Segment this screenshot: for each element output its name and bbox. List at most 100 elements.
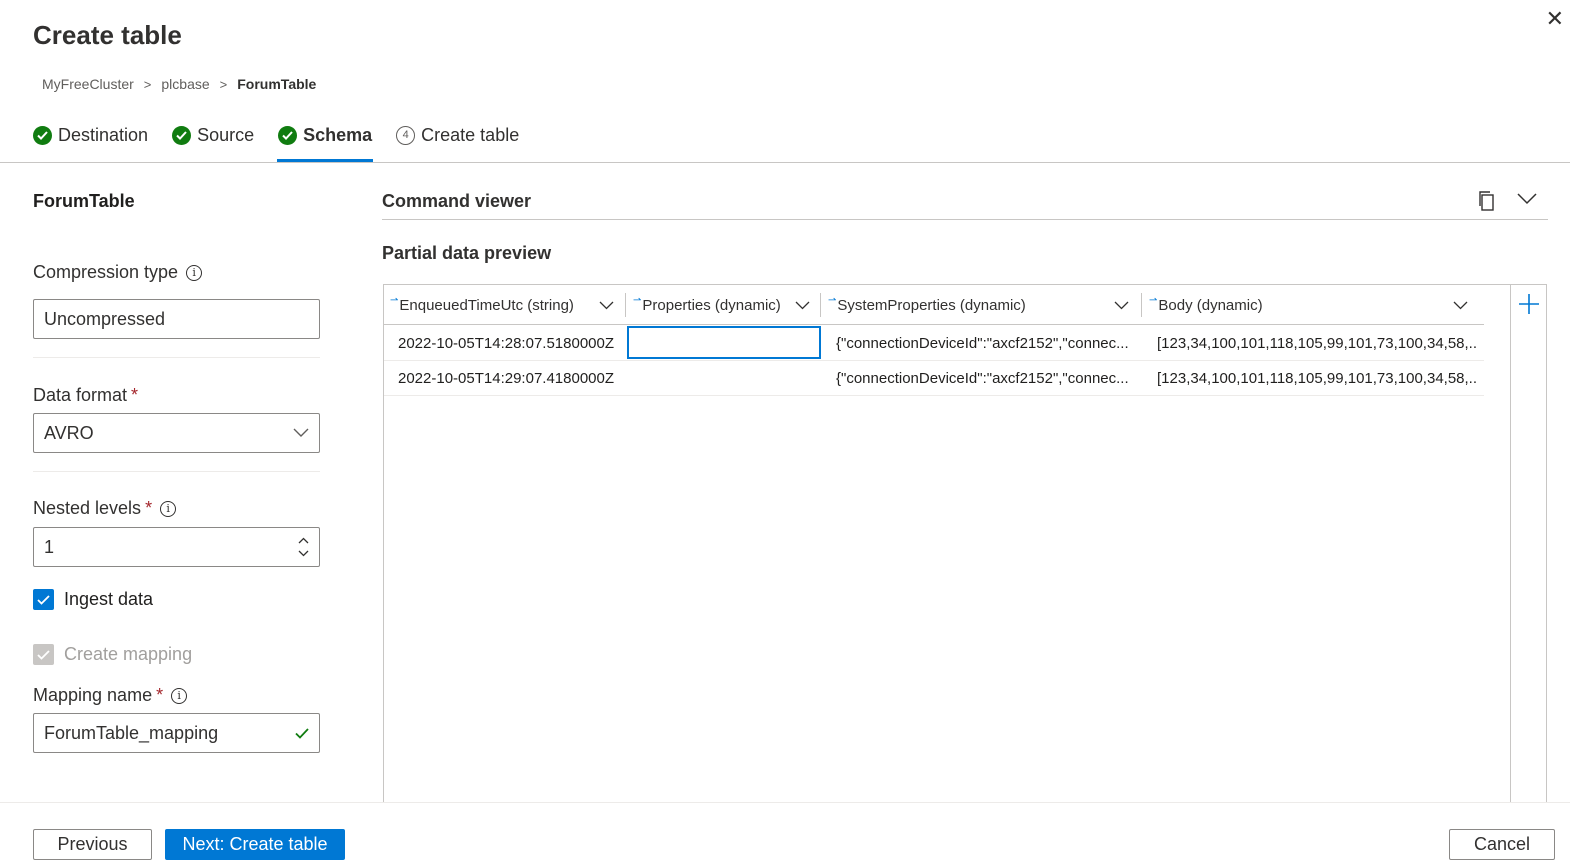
compression-type-label: Compression type i (33, 262, 203, 283)
chevron-up-icon[interactable] (298, 537, 309, 544)
label-text: Nested levels (33, 498, 142, 518)
table-cell[interactable]: [123,34,100,101,118,105,99,101,73,100,34… (1157, 361, 1477, 396)
column-header-label: Properties (dynamic) (642, 296, 781, 314)
create-mapping-checkbox: Create mapping (33, 644, 192, 665)
breadcrumb-item-database[interactable]: plcbase (161, 76, 209, 92)
chevron-right-icon: > (143, 76, 152, 92)
column-type-icon: ⇀ (390, 294, 399, 306)
check-circle-icon (33, 125, 52, 145)
chevron-down-icon[interactable] (1114, 301, 1129, 310)
stepper-buttons (298, 537, 309, 557)
breadcrumb-item-table: ForumTable (237, 76, 317, 92)
check-circle-icon (172, 125, 192, 145)
column-header-enqueuedtimeutc[interactable]: ⇀ EnqueuedTimeUtc (string) (384, 285, 624, 325)
label-text: Compression type (33, 262, 179, 282)
checkbox-label: Ingest data (64, 589, 154, 609)
grid-header: ⇀ EnqueuedTimeUtc (string) ⇀ Properties … (384, 285, 1484, 325)
breadcrumb: MyFreeCluster > plcbase > ForumTable (42, 76, 316, 92)
info-icon[interactable]: i (160, 500, 177, 517)
tab-schema[interactable]: Schema (277, 120, 374, 162)
required-marker: * (145, 498, 153, 518)
page-title: Create table (33, 20, 182, 50)
table-cell[interactable]: {"connectionDeviceId":"axcf2152","connec… (836, 361, 1131, 396)
table-row[interactable]: 2022-10-05T14:29:07.4180000Z {"connectio… (384, 361, 1484, 396)
table-cell[interactable]: {"connectionDeviceId":"axcf2152","connec… (836, 326, 1131, 361)
nested-levels-label: Nested levels * i (33, 498, 177, 519)
divider (1510, 284, 1511, 803)
column-separator[interactable] (820, 293, 821, 317)
next-create-table-button[interactable]: Next: Create table (165, 829, 345, 860)
divider (0, 162, 1570, 163)
check-circle-icon (278, 125, 298, 145)
data-preview-grid[interactable]: ⇀ EnqueuedTimeUtc (string) ⇀ Properties … (383, 284, 1547, 803)
checkmark-icon (295, 727, 309, 739)
command-viewer-title[interactable]: Command viewer (382, 191, 531, 212)
required-marker: * (131, 385, 139, 405)
checkbox-label: Create mapping (64, 644, 193, 664)
chevron-down-icon[interactable] (599, 301, 614, 310)
ingest-data-checkbox[interactable]: Ingest data (33, 589, 153, 610)
column-type-icon: ⇀ (1149, 294, 1158, 306)
stepper-value: 1 (44, 536, 55, 557)
column-header-systemproperties[interactable]: ⇀ SystemProperties (dynamic) (822, 285, 1139, 325)
label-text: Data format (33, 385, 128, 405)
chevron-right-icon: > (219, 76, 228, 92)
table-row[interactable]: 2022-10-05T14:28:07.5180000Z {"connectio… (384, 326, 1484, 361)
partial-data-preview-title: Partial data preview (382, 243, 552, 263)
column-header-label: Body (dynamic) (1158, 296, 1263, 314)
table-cell[interactable]: 2022-10-05T14:28:07.5180000Z (398, 326, 624, 361)
column-header-label: EnqueuedTimeUtc (string) (399, 296, 574, 314)
mapping-name-input[interactable]: ForumTable_mapping (33, 713, 320, 753)
tab-label: Source (197, 124, 255, 145)
chevron-down-icon[interactable] (1453, 301, 1468, 310)
column-type-icon: ⇀ (828, 294, 837, 306)
divider (33, 471, 320, 472)
add-column-icon[interactable] (1518, 293, 1540, 320)
step-number-badge: 4 (396, 125, 416, 145)
copy-icon[interactable] (1477, 190, 1497, 217)
chevron-down-icon (293, 428, 309, 437)
input-value: ForumTable_mapping (44, 722, 219, 743)
column-separator[interactable] (1141, 293, 1142, 317)
mapping-name-label: Mapping name * i (33, 685, 188, 706)
dropdown-value: AVRO (44, 422, 94, 443)
table-cell[interactable]: 2022-10-05T14:29:07.4180000Z (398, 361, 624, 396)
previous-button[interactable]: Previous (33, 829, 152, 860)
table-name-heading: ForumTable (33, 191, 135, 211)
tab-create-table[interactable]: 4 Create table (396, 120, 519, 150)
info-icon[interactable]: i (171, 687, 188, 704)
breadcrumb-item-cluster[interactable]: MyFreeCluster (42, 76, 134, 92)
column-header-body[interactable]: ⇀ Body (dynamic) (1143, 285, 1478, 325)
field-value: Uncompressed (44, 308, 166, 329)
nested-levels-stepper[interactable]: 1 (33, 527, 320, 567)
table-cell[interactable]: [123,34,100,101,118,105,99,101,73,100,34… (1157, 326, 1477, 361)
divider (0, 802, 1570, 803)
column-separator[interactable] (625, 293, 626, 317)
column-type-icon: ⇀ (633, 294, 642, 306)
label-text: Mapping name (33, 685, 153, 705)
tab-label: Destination (58, 124, 149, 145)
chevron-down-icon[interactable] (298, 550, 309, 557)
divider (33, 357, 320, 358)
tab-label: Create table (421, 124, 520, 145)
cancel-button[interactable]: Cancel (1449, 829, 1555, 860)
data-format-label: Data format * (33, 385, 138, 406)
required-marker: * (156, 685, 164, 705)
divider (382, 219, 1548, 220)
table-cell-selected[interactable] (627, 326, 821, 359)
chevron-down-icon[interactable] (795, 301, 810, 310)
compression-type-field[interactable]: Uncompressed (33, 299, 320, 339)
tab-source[interactable]: Source (172, 120, 254, 150)
column-header-properties[interactable]: ⇀ Properties (dynamic) (627, 285, 820, 325)
checkbox-checked-icon (33, 644, 54, 665)
close-icon[interactable]: ✕ (1546, 8, 1564, 30)
tab-label: Schema (303, 124, 373, 145)
chevron-down-icon[interactable] (1517, 192, 1537, 210)
table-cell[interactable] (627, 361, 821, 396)
tab-destination[interactable]: Destination (33, 120, 148, 150)
wizard-steps: Destination Source Schema 4 Create table (33, 120, 543, 162)
column-header-label: SystemProperties (dynamic) (837, 296, 1026, 314)
checkbox-checked-icon[interactable] (33, 589, 54, 610)
data-format-dropdown[interactable]: AVRO (33, 413, 320, 453)
info-icon[interactable]: i (186, 264, 203, 281)
